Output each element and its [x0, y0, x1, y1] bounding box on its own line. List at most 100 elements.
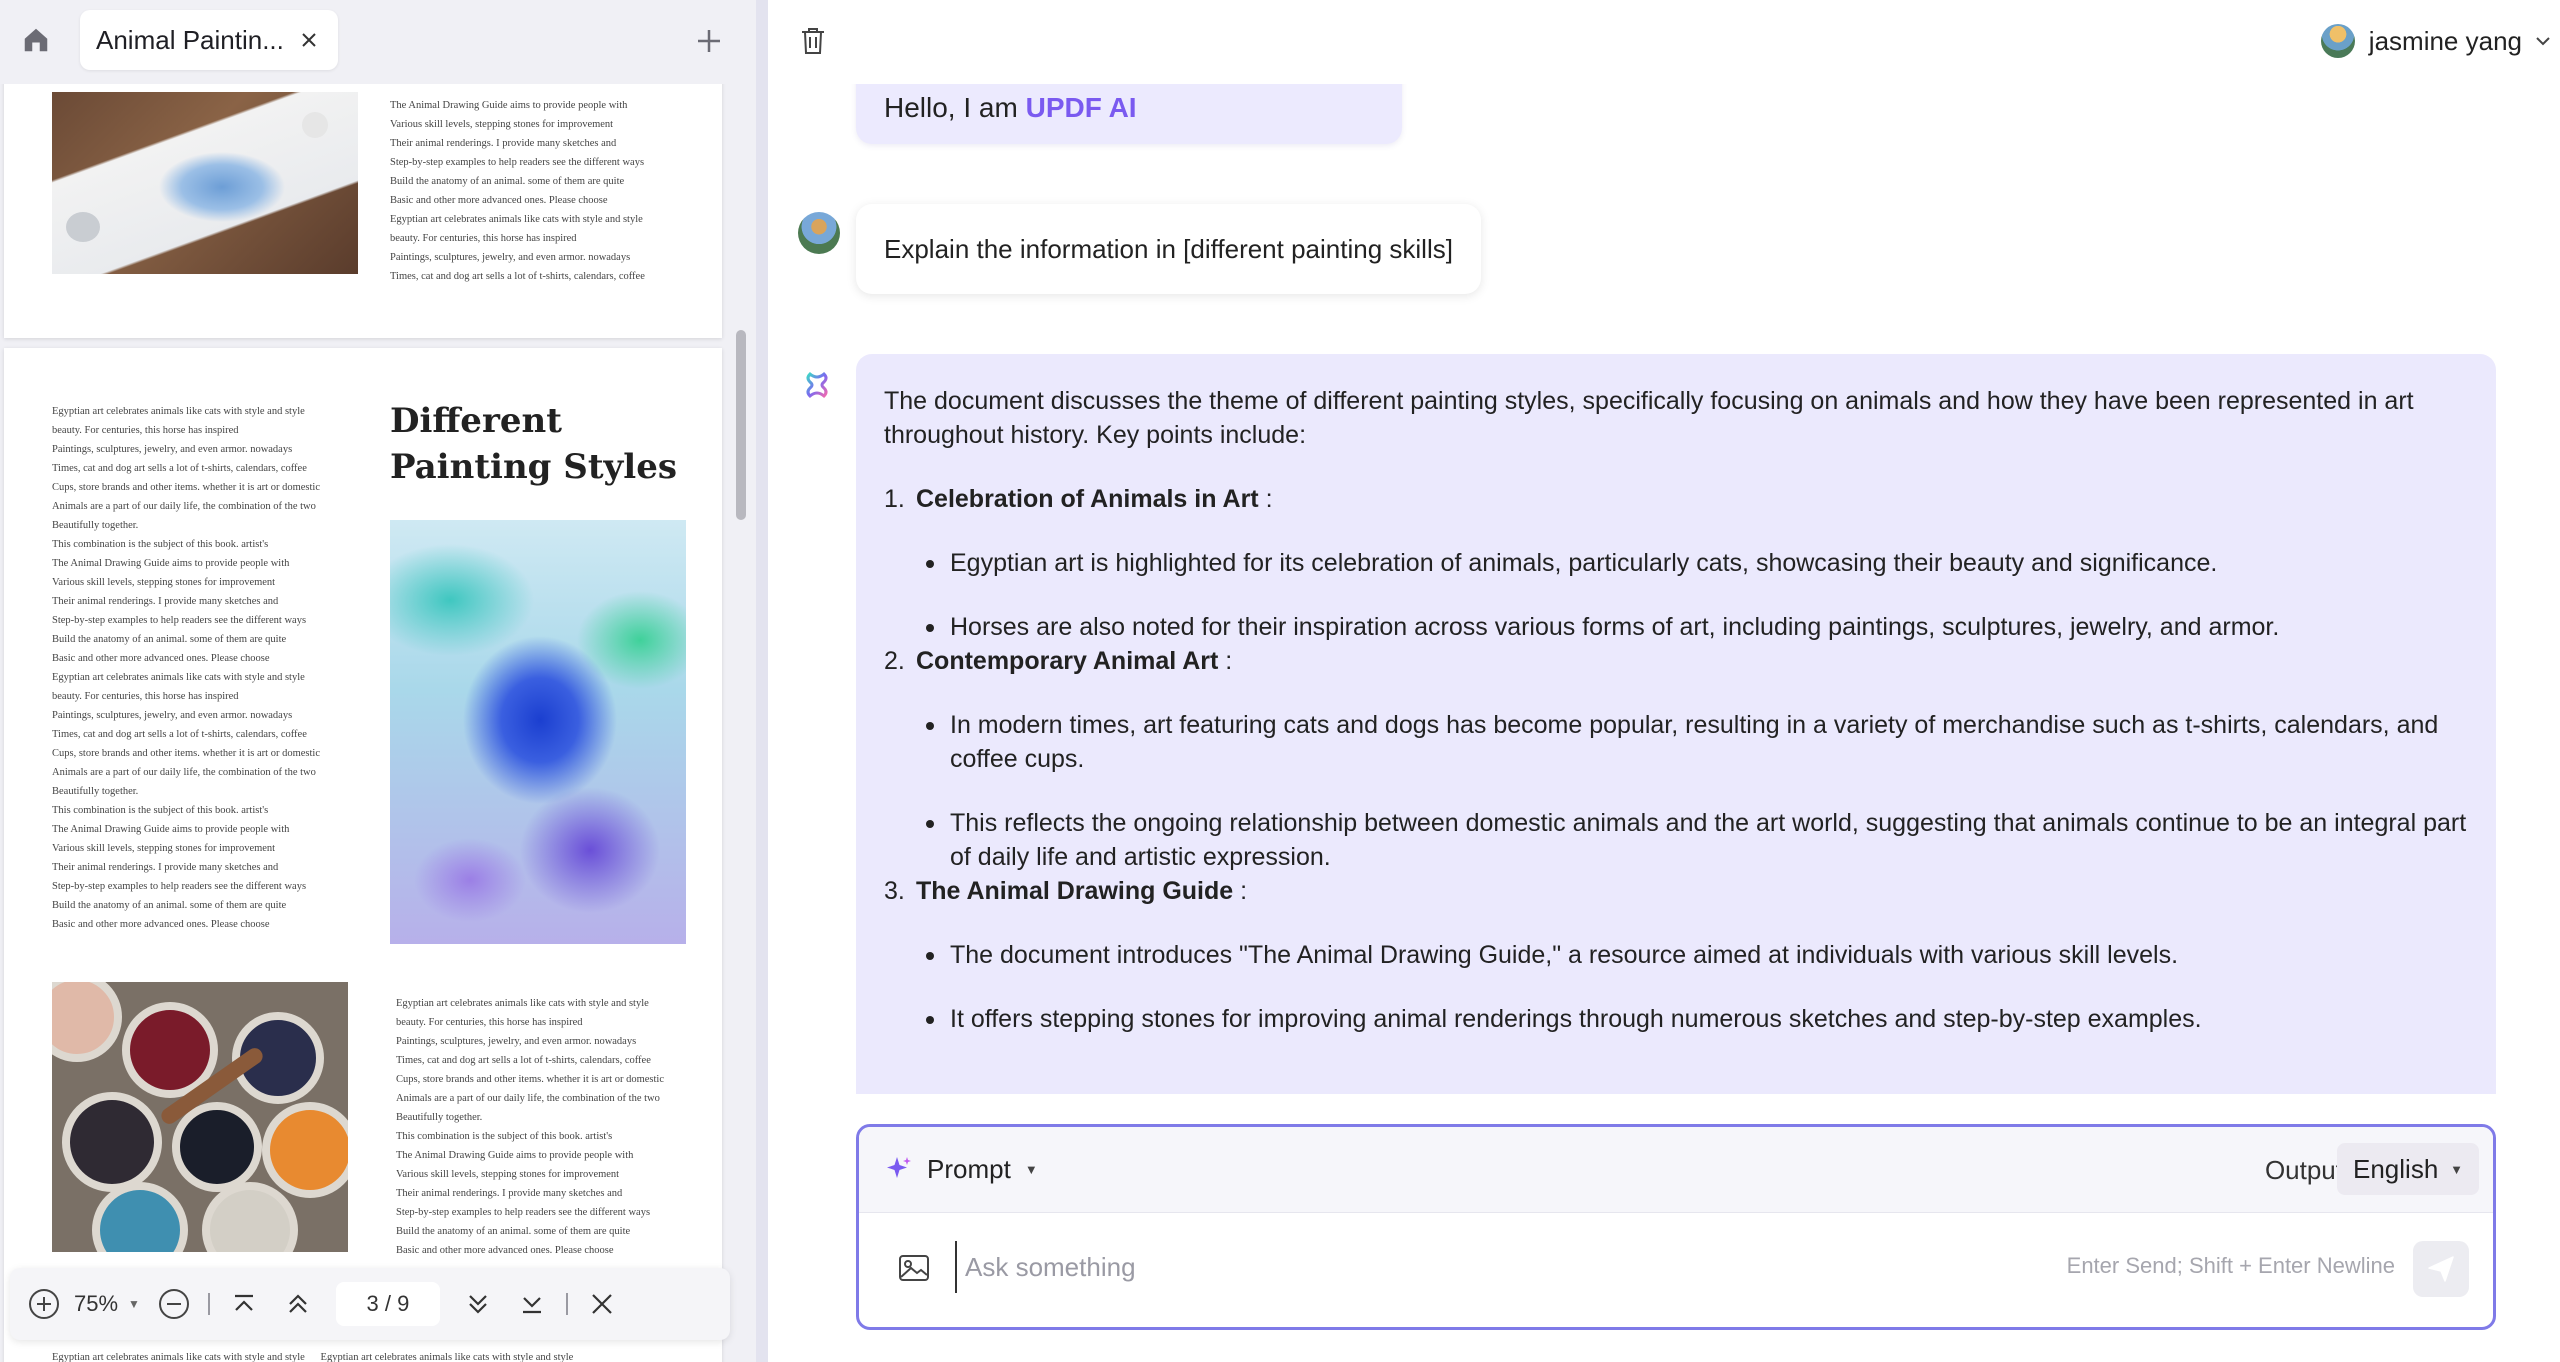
ai-section: 3. The Animal Drawing Guide : The docume…: [884, 874, 2468, 1036]
ai-bullet: Horses are also noted for their inspirat…: [924, 610, 2468, 644]
zoom-out-icon: [158, 1289, 189, 1319]
pdf-scrollbar[interactable]: [734, 84, 748, 1362]
pdf-scrollbar-thumb[interactable]: [736, 330, 746, 520]
chevron-down-icon: ▼: [1024, 1161, 1038, 1177]
trash-icon: [802, 28, 824, 54]
ai-section: 2. Contemporary Animal Art : In modern t…: [884, 644, 2468, 874]
ai-logo-icon: [806, 371, 828, 399]
chat-composer: Prompt ▼ Output English ▼ Enter Send; Sh…: [856, 1124, 2496, 1330]
page-image-watercolor: [390, 520, 686, 944]
close-icon: [592, 1294, 612, 1314]
ai-section-suffix: :: [1233, 877, 1248, 905]
paint-can: [52, 982, 122, 1062]
close-toolbar-button[interactable]: [582, 1284, 622, 1324]
ai-chat-pane: jasmine yang Hello, I am UPDF AI Explain…: [768, 0, 2560, 1362]
clear-chat-button[interactable]: [794, 22, 832, 60]
ai-bullet-list: The document introduces "The Animal Draw…: [884, 938, 2468, 1036]
pane-divider[interactable]: [756, 0, 768, 1362]
next-page-button[interactable]: [458, 1284, 498, 1324]
home-icon: [24, 28, 48, 52]
brand-name: UPDF AI: [1025, 92, 1137, 123]
pdf-viewer[interactable]: The Animal Drawing Guide aims to provide…: [0, 84, 740, 1362]
paint-can: [62, 1092, 162, 1192]
zoom-select[interactable]: 75% ▼: [74, 1291, 140, 1317]
send-hint: Enter Send; Shift + Enter Newline: [2066, 1253, 2395, 1278]
ask-input[interactable]: [955, 1241, 1995, 1293]
ai-intro: The document discusses the theme of diff…: [884, 387, 2414, 449]
zoom-value: 75%: [74, 1291, 119, 1316]
ai-bullet-list: Egyptian art is highlighted for its cele…: [884, 546, 2468, 644]
document-tab-title: Animal Paintin...: [96, 24, 284, 55]
paint-can: [172, 1102, 262, 1192]
greeting-prefix: Hello, I am: [884, 92, 1026, 123]
ai-section-number: 2.: [884, 647, 905, 675]
avatar: [2320, 24, 2355, 58]
sparkle-icon: [887, 1157, 911, 1178]
document-tab[interactable]: Animal Paintin...: [80, 10, 338, 70]
attach-image-button[interactable]: [895, 1249, 933, 1287]
ai-bullet: It offers stepping stones for improving …: [924, 1002, 2468, 1036]
chevron-down-icon: [2534, 32, 2552, 50]
zoom-in-icon: [29, 1289, 59, 1319]
greeting-message: Hello, I am UPDF AI: [856, 84, 1402, 144]
paint-can: [262, 1102, 348, 1198]
ai-bullet: This reflects the ongoing relationship b…: [924, 806, 2468, 874]
prompt-label: Prompt: [927, 1153, 1011, 1184]
first-page-icon: [234, 1294, 253, 1311]
composer-toolbar: Prompt ▼ Output English ▼: [859, 1127, 2493, 1213]
ai-section-suffix: :: [1218, 647, 1233, 675]
close-icon: [302, 33, 316, 47]
output-language-value: English: [2353, 1153, 2439, 1184]
ai-section-heading: 1. Celebration of Animals in Art :: [884, 482, 2468, 516]
page-3-left-text: Egyptian art celebrates animals like cat…: [52, 406, 320, 930]
ai-section-suffix: :: [1258, 485, 1273, 513]
output-label: Output: [2264, 1155, 2343, 1185]
tab-close-button[interactable]: [296, 27, 322, 53]
send-button[interactable]: [2413, 1241, 2469, 1297]
page-2-text: The Animal Drawing Guide aims to provide…: [390, 100, 645, 282]
prev-page-button[interactable]: [278, 1284, 318, 1324]
chat-messages[interactable]: Hello, I am UPDF AI Explain the informat…: [768, 84, 2560, 1094]
chat-header: jasmine yang: [768, 0, 2560, 84]
image-icon: [899, 1255, 929, 1281]
output-language-select[interactable]: English ▼: [2337, 1143, 2479, 1195]
page-number-input[interactable]: 3 / 9: [335, 1282, 440, 1326]
palette-shape: [66, 212, 100, 242]
send-icon: [2428, 1256, 2454, 1282]
tab-bar: Animal Paintin...: [0, 0, 756, 84]
ai-bullet: Egyptian art is highlighted for its cele…: [924, 546, 2468, 580]
ai-section-heading: 2. Contemporary Animal Art :: [884, 644, 2468, 678]
chevron-down-icon: ▼: [2450, 1161, 2463, 1177]
pdf-pane: Animal Paintin... The Animal Drawing Gui…: [0, 0, 756, 1362]
plus-icon: [698, 30, 720, 52]
paint-can: [92, 1182, 188, 1252]
prev-page-icon: [289, 1294, 307, 1313]
ai-bullet: In modern times, art featuring cats and …: [924, 708, 2468, 776]
page-3-title: Different Painting Styles: [390, 401, 677, 487]
user-name: jasmine yang: [2368, 25, 2522, 56]
zoom-out-button[interactable]: [154, 1284, 194, 1324]
ai-response: The document discusses the theme of diff…: [856, 354, 2496, 1094]
ai-section: 1. Celebration of Animals in Art : Egypt…: [884, 482, 2468, 644]
first-page-button[interactable]: [224, 1284, 264, 1324]
user-menu[interactable]: jasmine yang: [2320, 20, 2552, 62]
ai-section-title: Contemporary Animal Art: [916, 647, 1219, 675]
updf-app: Animal Paintin... The Animal Drawing Gui…: [0, 0, 2560, 1362]
last-page-button[interactable]: [512, 1284, 552, 1324]
pdf-page-3: Egyptian art celebrates animals like cat…: [4, 348, 722, 1362]
zoom-in-button[interactable]: [24, 1284, 64, 1324]
ai-section-number: 1.: [884, 485, 905, 513]
paint-can: [202, 1182, 298, 1252]
page-4-text-peek: Egyptian art celebrates animals like cat…: [52, 1352, 574, 1362]
ai-section-title: Celebration of Animals in Art: [916, 485, 1259, 513]
user-avatar: [798, 212, 840, 254]
ai-section-title: The Animal Drawing Guide: [916, 877, 1234, 905]
toolbar-divider: [565, 1293, 568, 1315]
home-button[interactable]: [18, 22, 54, 58]
toolbar-divider: [207, 1293, 210, 1315]
prompt-button[interactable]: Prompt ▼: [885, 1147, 1038, 1191]
new-tab-button[interactable]: [690, 22, 728, 60]
last-page-icon: [522, 1297, 541, 1314]
chevron-down-icon: ▼: [128, 1297, 140, 1311]
cloth-shape: [302, 112, 328, 138]
